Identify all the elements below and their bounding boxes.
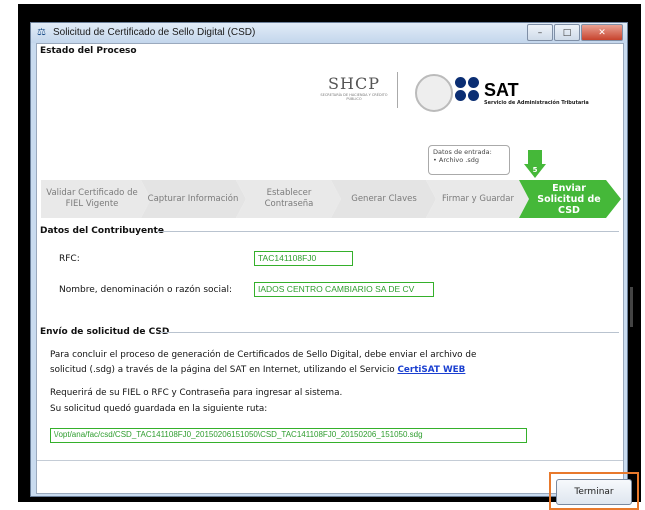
current-step-arrow-icon: 5 bbox=[524, 150, 546, 178]
step-generar: Generar Claves bbox=[351, 193, 417, 204]
national-seal-icon bbox=[415, 74, 453, 112]
envio-section-title: Envío de solicitud de CSD bbox=[40, 327, 170, 337]
footer-divider bbox=[37, 460, 623, 461]
step-enviar: Enviar Solicitud de CSD bbox=[537, 182, 601, 216]
step-validar: Validar Certificado de FIEL Vigente bbox=[46, 188, 138, 209]
saved-path-field[interactable]: \/opt/ana/fac/csd/CSD_TAC141108FJ0_20150… bbox=[50, 428, 527, 443]
process-section-title: Estado del Proceso bbox=[40, 46, 137, 56]
saved-path-label: Su solicitud quedó guardada en la siguie… bbox=[50, 404, 268, 414]
current-step-number: 5 bbox=[533, 166, 538, 174]
name-label: Nombre, denominación o razón social: bbox=[59, 285, 233, 295]
window-title: Solicitud de Certificado de Sello Digita… bbox=[53, 27, 256, 38]
minimize-button[interactable]: – bbox=[527, 24, 553, 41]
input-data-callout: Datos de entrada: • Archivo .sdg bbox=[428, 145, 510, 175]
instructions-line-1: Para concluir el proceso de generación d… bbox=[50, 350, 477, 360]
step-establecer: Establecer Contraseña bbox=[264, 188, 314, 209]
application-window: ⚖ Solicitud de Certificado de Sello Digi… bbox=[30, 22, 639, 510]
maximize-button[interactable]: □ bbox=[554, 24, 580, 41]
input-data-item: • Archivo .sdg bbox=[433, 156, 479, 164]
rfc-field[interactable]: TAC141108FJ0 bbox=[254, 251, 353, 266]
close-button[interactable]: ✕ bbox=[581, 24, 623, 41]
sat-logo-subtitle: Servicio de Administración Tributaria bbox=[484, 100, 589, 106]
dialog-body: Estado del Proceso SHCP SECRETARÍA DE HA… bbox=[36, 43, 639, 510]
divider bbox=[157, 231, 619, 232]
contribuyente-section-title: Datos del Contribuyente bbox=[40, 226, 164, 236]
step-firmar: Firmar y Guardar bbox=[441, 193, 515, 204]
instructions-line-2: solicitud (.sdg) a través de la página d… bbox=[50, 365, 466, 375]
logo-divider bbox=[397, 72, 398, 108]
frame-edge-mark bbox=[630, 287, 633, 327]
certisat-web-link[interactable]: CertiSAT WEB bbox=[397, 365, 465, 375]
name-field[interactable]: IADOS CENTRO CAMBIARIO SA DE CV bbox=[254, 282, 434, 297]
sat-logo-text: SAT bbox=[484, 80, 519, 100]
step-capturar: Capturar Información bbox=[147, 193, 239, 204]
rfc-label: RFC: bbox=[59, 254, 80, 264]
app-icon: ⚖ bbox=[37, 27, 46, 38]
divider bbox=[160, 332, 619, 333]
shcp-logo: SHCP SECRETARÍA DE HACIENDA Y CRÉDITO PÚ… bbox=[320, 74, 388, 101]
process-steps: Validar Certificado de FIEL Vigente Capt… bbox=[41, 180, 621, 218]
sat-logo-icon bbox=[455, 77, 481, 103]
requirement-text: Requerirá de su FIEL o RFC y Contraseña … bbox=[50, 388, 343, 398]
window-controls: – □ ✕ bbox=[526, 24, 623, 41]
input-data-title: Datos de entrada: bbox=[433, 148, 492, 156]
terminar-button[interactable]: Terminar bbox=[556, 479, 632, 505]
title-bar[interactable]: ⚖ Solicitud de Certificado de Sello Digi… bbox=[31, 23, 627, 43]
